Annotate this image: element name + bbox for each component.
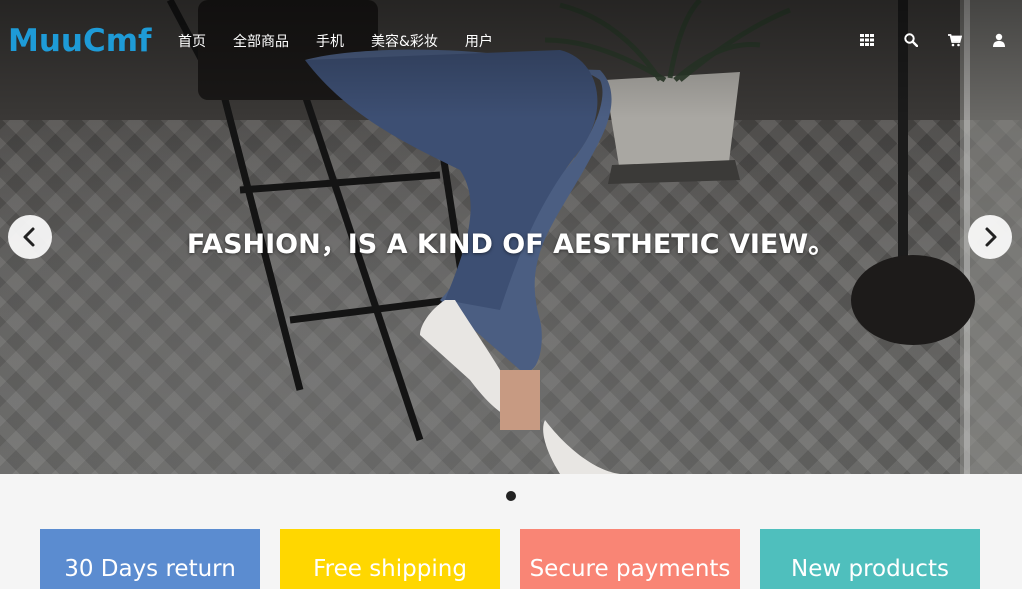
nav-item-home[interactable]: 首页 xyxy=(178,31,206,51)
hero-caption: FASHION，IS A KIND OF AESTHETIC VIEW。 xyxy=(186,229,836,260)
hero-slider: FASHION，IS A KIND OF AESTHETIC VIEW。 xyxy=(0,0,1022,474)
feature-30-days-return[interactable]: 30 Days return xyxy=(40,529,260,589)
slider-dot[interactable] xyxy=(506,491,516,501)
cart-icon[interactable] xyxy=(948,33,962,47)
search-icon[interactable] xyxy=(904,33,918,47)
site-logo[interactable]: MuuCmf xyxy=(8,23,152,59)
next-slide-button[interactable] xyxy=(968,215,1012,259)
nav-item-user[interactable]: 用户 xyxy=(465,31,493,51)
header-icons xyxy=(830,33,1006,47)
slider-indicators xyxy=(0,486,1022,505)
chevron-left-icon xyxy=(23,227,35,247)
nav-item-phones[interactable]: 手机 xyxy=(316,31,344,51)
grid-icon[interactable] xyxy=(860,33,874,47)
feature-secure-payments[interactable]: Secure payments xyxy=(520,529,740,589)
nav-item-all-products[interactable]: 全部商品 xyxy=(233,31,289,51)
nav-item-beauty[interactable]: 美容&彩妆 xyxy=(371,31,438,51)
main-nav: 首页 全部商品 手机 美容&彩妆 用户 xyxy=(178,31,520,51)
user-icon[interactable] xyxy=(992,33,1006,47)
prev-slide-button[interactable] xyxy=(8,215,52,259)
chevron-right-icon xyxy=(985,227,997,247)
feature-new-products[interactable]: New products xyxy=(760,529,980,589)
feature-free-shipping[interactable]: Free shipping xyxy=(280,529,500,589)
